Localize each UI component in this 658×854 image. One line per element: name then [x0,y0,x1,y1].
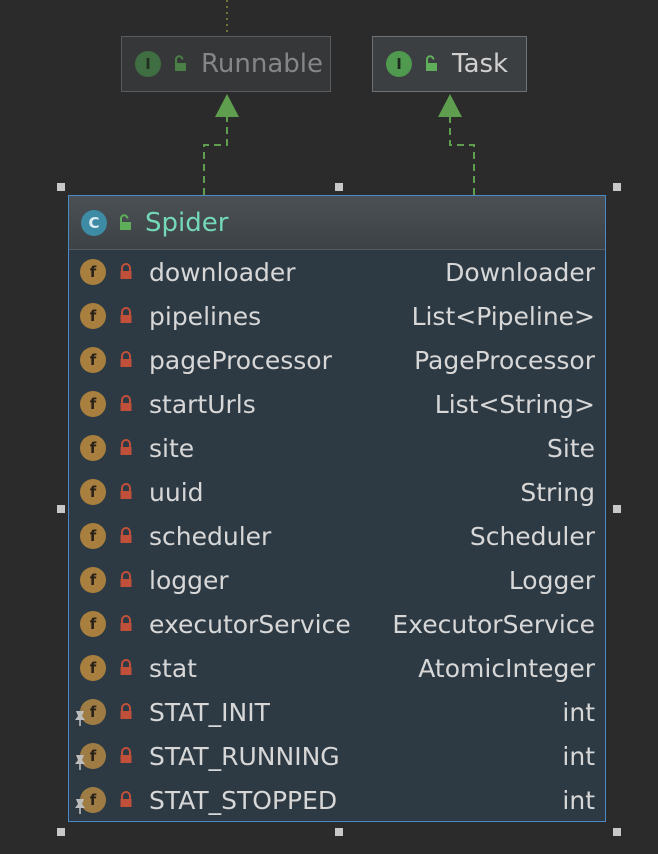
field-icon: f [80,391,106,417]
private-lock-icon [117,306,135,326]
selection-handle-top-left[interactable] [57,183,65,191]
field-name: uuid [149,477,204,507]
field-name: startUrls [149,389,256,419]
interface-icon: I [135,51,161,77]
field-name: downloader [149,257,296,287]
uml-diagram-canvas[interactable]: I Runnable I Task C Spider f downloader Do… [0,0,658,854]
field-row[interactable]: f uuid String [69,470,605,514]
field-row[interactable]: f pageProcessor PageProcessor [69,338,605,382]
private-lock-icon [117,394,135,414]
field-type: Scheduler [469,521,595,551]
interface-box-runnable[interactable]: I Runnable [121,36,331,92]
field-name: scheduler [149,521,272,551]
field-row[interactable]: f startUrls List<String> [69,382,605,426]
field-row[interactable]: f STAT_RUNNING int [69,734,605,778]
class-header[interactable]: C Spider [69,196,605,250]
field-type: int [562,785,595,815]
field-icon: f [80,347,106,373]
field-row[interactable]: f STAT_INIT int [69,690,605,734]
private-lock-icon [117,702,135,722]
field-icon: f [80,479,106,505]
field-type: Logger [508,565,595,595]
class-box-spider[interactable]: C Spider f downloader Downloader f pipelines… [68,195,606,822]
selection-handle-bottom-left[interactable] [57,828,65,836]
field-icon: f [80,435,106,461]
interface-title-runnable: Runnable [201,49,323,79]
field-icon: f [80,567,106,593]
realization-arrowhead-runnable [215,94,239,117]
realization-arrow-task[interactable] [449,116,475,195]
private-lock-icon [117,262,135,282]
class-title: Spider [145,207,229,238]
selection-handle-top-center[interactable] [335,183,343,191]
field-type: String [520,477,595,507]
private-lock-icon [117,570,135,590]
field-row[interactable]: f scheduler Scheduler [69,514,605,558]
field-type: List<String> [434,389,595,419]
field-name: site [149,433,195,463]
field-row[interactable]: f pipelines List<Pipeline> [69,294,605,338]
field-icon: f [80,259,106,285]
field-type: PageProcessor [414,345,595,375]
field-row[interactable]: f downloader Downloader [69,250,605,294]
field-row[interactable]: f site Site [69,426,605,470]
selection-handle-middle-left[interactable] [57,505,65,513]
realization-arrow-runnable[interactable] [203,116,228,195]
static-pin-icon [73,792,87,814]
field-name: logger [149,565,229,595]
field-type: int [562,741,595,771]
private-lock-icon [117,482,135,502]
public-lock-icon [423,54,441,74]
field-type: Site [547,433,595,463]
private-lock-icon [117,614,135,634]
interface-title-task: Task [452,49,509,79]
class-icon: C [81,209,107,236]
interface-box-task[interactable]: I Task [372,36,527,92]
field-row[interactable]: f stat AtomicInteger [69,646,605,690]
selection-handle-bottom-right[interactable] [613,828,621,836]
realization-arrowhead-task [438,94,462,117]
field-icon: f [80,611,106,637]
field-icon: f [80,655,106,681]
field-type: List<Pipeline> [411,301,595,331]
private-lock-icon [117,658,135,678]
field-type: ExecutorService [392,609,595,639]
selection-handle-bottom-center[interactable] [335,828,343,836]
field-row[interactable]: f executorService ExecutorService [69,602,605,646]
field-icon: f [80,523,106,549]
field-list: f downloader Downloader f pipelines List<Pipe… [69,250,605,822]
field-name: pageProcessor [149,345,332,375]
field-name: stat [149,653,197,683]
private-lock-icon [117,746,135,766]
selection-handle-middle-right[interactable] [613,505,621,513]
field-type: Downloader [445,257,595,287]
static-pin-icon [73,704,87,726]
field-type: AtomicInteger [418,653,595,683]
field-name: pipelines [149,301,262,331]
static-pin-icon [73,748,87,770]
interface-icon: I [386,51,412,77]
private-lock-icon [117,438,135,458]
field-name: STAT_RUNNING [149,741,340,771]
field-name: STAT_INIT [149,697,270,727]
selection-handle-top-right[interactable] [613,183,621,191]
field-icon: f [80,303,106,329]
field-name: executorService [149,609,351,639]
public-lock-icon [172,54,190,74]
field-row[interactable]: f logger Logger [69,558,605,602]
private-lock-icon [117,526,135,546]
public-lock-icon [117,213,135,233]
private-lock-icon [117,790,135,810]
field-type: int [562,697,595,727]
private-lock-icon [117,350,135,370]
field-row[interactable]: f STAT_STOPPED int [69,778,605,822]
field-name: STAT_STOPPED [149,785,338,815]
